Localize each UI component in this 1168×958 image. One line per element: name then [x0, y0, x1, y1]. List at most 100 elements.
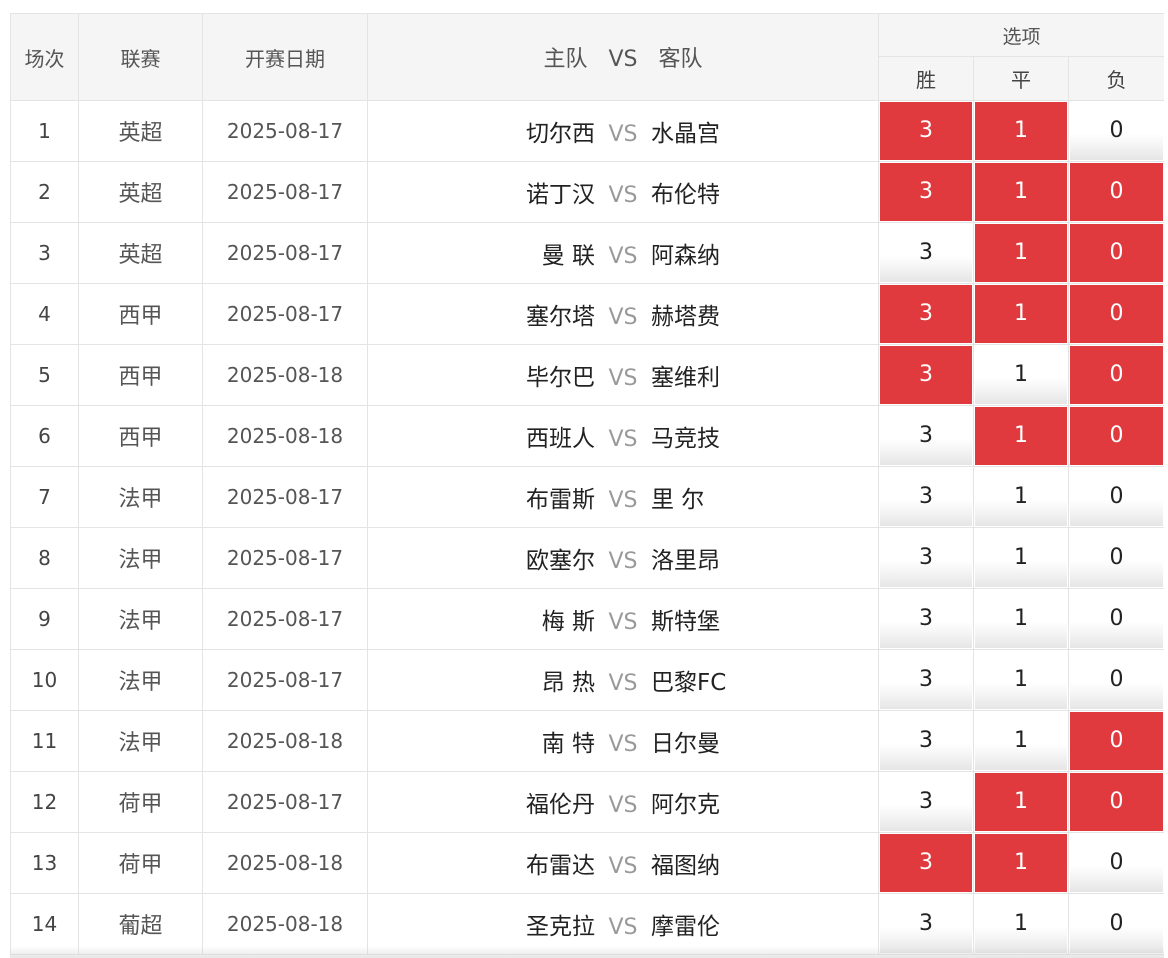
option-draw-button[interactable]: 1 — [975, 895, 1067, 953]
option-draw-button[interactable]: 1 — [975, 407, 1067, 465]
option-loss-button[interactable]: 0 — [1070, 468, 1164, 526]
option-loss-button[interactable]: 0 — [1070, 773, 1164, 831]
option-draw-button[interactable]: 1 — [975, 834, 1067, 892]
option-draw-button[interactable]: 1 — [975, 224, 1067, 282]
option-win-button[interactable]: 3 — [880, 163, 972, 221]
option-loss-button[interactable]: 0 — [1070, 651, 1164, 709]
match-teams: 圣克拉 VS 摩雷伦 — [367, 893, 879, 955]
match-teams: 切尔西 VS 水晶宫 — [367, 100, 879, 162]
option-cell-draw: 1 — [973, 161, 1069, 223]
option-cell-win: 3 — [878, 649, 974, 711]
option-cell-win: 3 — [878, 161, 974, 223]
option-cell-loss: 0 — [1067, 588, 1164, 650]
vs-label: VS — [608, 488, 638, 513]
home-team: 南 特 — [541, 731, 595, 757]
option-win-button[interactable]: 3 — [880, 712, 972, 770]
table-row: 14 葡超 2025-08-18 圣克拉 VS 摩雷伦 3 1 0 — [10, 893, 1164, 955]
home-team: 布雷达 — [526, 853, 595, 879]
option-win-button[interactable]: 3 — [880, 773, 972, 831]
vs-label: VS — [608, 671, 638, 696]
option-win-button[interactable]: 3 — [880, 346, 972, 404]
league-name: 英超 — [78, 161, 203, 223]
option-loss-button[interactable]: 0 — [1070, 285, 1164, 343]
option-cell-win: 3 — [878, 832, 974, 894]
home-team: 布雷斯 — [526, 487, 595, 513]
option-loss-button[interactable]: 0 — [1070, 224, 1164, 282]
away-team: 巴黎FC — [651, 670, 727, 696]
option-draw-button[interactable]: 1 — [975, 102, 1067, 160]
option-cell-win: 3 — [878, 100, 974, 162]
league-name: 英超 — [78, 222, 203, 284]
option-cell-draw: 1 — [973, 710, 1069, 772]
option-win-button[interactable]: 3 — [880, 834, 972, 892]
option-cell-win: 3 — [878, 771, 974, 833]
option-cell-win: 3 — [878, 588, 974, 650]
option-draw-button[interactable]: 1 — [975, 529, 1067, 587]
option-cell-win: 3 — [878, 466, 974, 528]
match-index: 5 — [10, 344, 79, 406]
option-cell-loss: 0 — [1067, 344, 1164, 406]
option-loss-button[interactable]: 0 — [1070, 163, 1164, 221]
match-date: 2025-08-18 — [202, 405, 368, 467]
match-index: 4 — [10, 283, 79, 345]
table-row: 13 荷甲 2025-08-18 布雷达 VS 福图纳 3 1 0 — [10, 832, 1164, 894]
table-row: 4 西甲 2025-08-17 塞尔塔 VS 赫塔费 3 1 0 — [10, 283, 1164, 345]
table-row: 3 英超 2025-08-17 曼 联 VS 阿森纳 3 1 0 — [10, 222, 1164, 284]
away-team: 斯特堡 — [651, 609, 720, 635]
option-loss-button[interactable]: 0 — [1070, 529, 1164, 587]
match-teams: 南 特 VS 日尔曼 — [367, 710, 879, 772]
option-win-button[interactable]: 3 — [880, 407, 972, 465]
match-teams: 诺丁汉 VS 布伦特 — [367, 161, 879, 223]
match-index: 10 — [10, 649, 79, 711]
match-teams: 昂 热 VS 巴黎FC — [367, 649, 879, 711]
option-loss-button[interactable]: 0 — [1070, 102, 1164, 160]
match-index: 1 — [10, 100, 79, 162]
match-teams: 毕尔巴 VS 塞维利 — [367, 344, 879, 406]
league-name: 西甲 — [78, 283, 203, 345]
home-team: 塞尔塔 — [526, 304, 595, 330]
option-win-button[interactable]: 3 — [880, 224, 972, 282]
option-loss-button[interactable]: 0 — [1070, 834, 1164, 892]
option-draw-button[interactable]: 1 — [975, 285, 1067, 343]
option-win-button[interactable]: 3 — [880, 285, 972, 343]
option-draw-button[interactable]: 1 — [975, 590, 1067, 648]
vs-label: VS — [608, 854, 638, 879]
option-cell-win: 3 — [878, 527, 974, 589]
option-win-button[interactable]: 3 — [880, 102, 972, 160]
option-win-button[interactable]: 3 — [880, 468, 972, 526]
option-win-button[interactable]: 3 — [880, 895, 972, 953]
home-team: 欧塞尔 — [526, 548, 595, 574]
option-win-button[interactable]: 3 — [880, 529, 972, 587]
option-loss-button[interactable]: 0 — [1070, 590, 1164, 648]
away-team: 布伦特 — [651, 182, 720, 208]
option-win-button[interactable]: 3 — [880, 590, 972, 648]
option-cell-win: 3 — [878, 222, 974, 284]
option-cell-draw: 1 — [973, 649, 1069, 711]
option-draw-button[interactable]: 1 — [975, 773, 1067, 831]
table-row: 9 法甲 2025-08-17 梅 斯 VS 斯特堡 3 1 0 — [10, 588, 1164, 650]
vs-label: VS — [608, 732, 638, 757]
option-loss-button[interactable]: 0 — [1070, 895, 1164, 953]
home-team: 圣克拉 — [526, 914, 595, 940]
home-team: 曼 联 — [541, 243, 595, 269]
option-draw-button[interactable]: 1 — [975, 712, 1067, 770]
away-team: 里 尔 — [651, 487, 705, 513]
option-loss-button[interactable]: 0 — [1070, 346, 1164, 404]
option-cell-loss: 0 — [1067, 222, 1164, 284]
option-cell-loss: 0 — [1067, 893, 1164, 955]
option-win-button[interactable]: 3 — [880, 651, 972, 709]
league-name: 荷甲 — [78, 771, 203, 833]
option-draw-button[interactable]: 1 — [975, 468, 1067, 526]
header-home: 主队 — [543, 47, 588, 72]
option-draw-button[interactable]: 1 — [975, 163, 1067, 221]
option-cell-loss: 0 — [1067, 649, 1164, 711]
vs-label: VS — [608, 610, 638, 635]
option-cell-draw: 1 — [973, 344, 1069, 406]
option-cell-draw: 1 — [973, 832, 1069, 894]
option-cell-loss: 0 — [1067, 405, 1164, 467]
option-loss-button[interactable]: 0 — [1070, 407, 1164, 465]
match-date: 2025-08-17 — [202, 222, 368, 284]
option-draw-button[interactable]: 1 — [975, 651, 1067, 709]
option-loss-button[interactable]: 0 — [1070, 712, 1164, 770]
option-draw-button[interactable]: 1 — [975, 346, 1067, 404]
